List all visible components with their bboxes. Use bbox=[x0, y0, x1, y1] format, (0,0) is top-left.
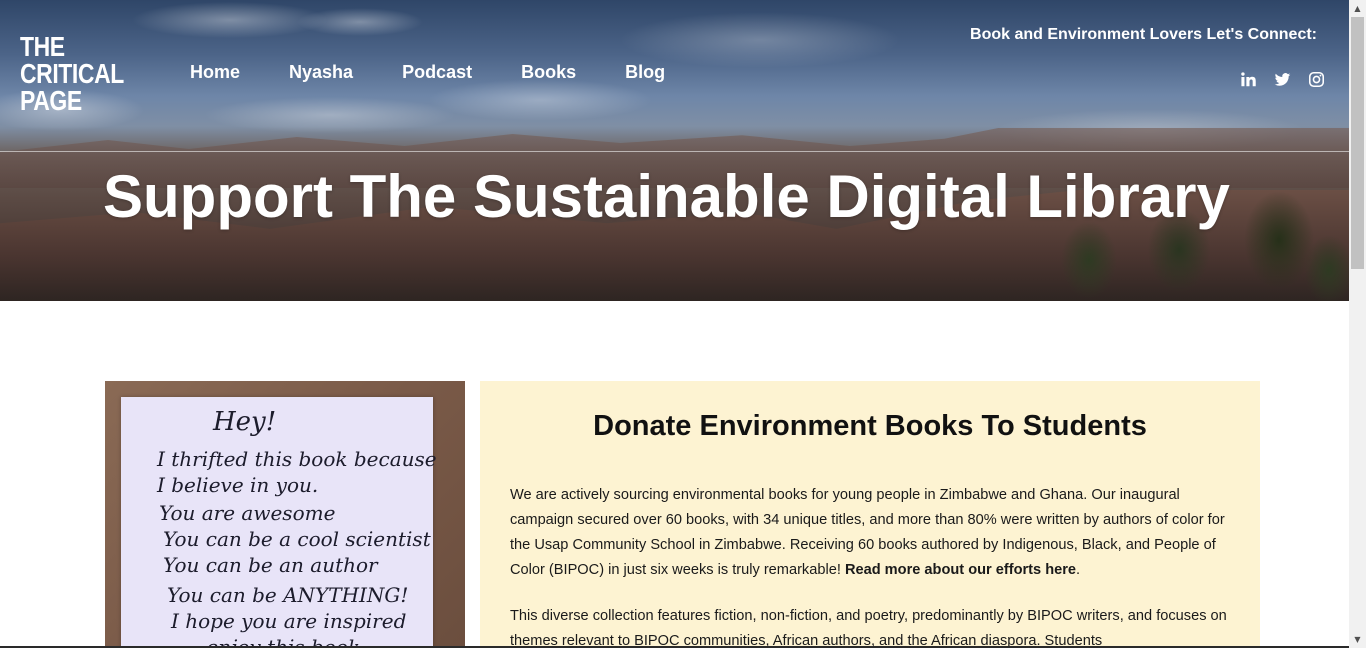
note-line: You can be ANYTHING! bbox=[167, 583, 409, 607]
note-paper: Hey! I thrifted this book because I beli… bbox=[121, 397, 437, 648]
header-divider bbox=[0, 151, 1349, 152]
nav-nyasha[interactable]: Nyasha bbox=[289, 62, 353, 83]
donate-paragraph-1: We are actively sourcing environmental b… bbox=[510, 483, 1240, 583]
note-line: Hey! bbox=[213, 407, 277, 437]
donate-paragraph-2: This diverse collection features fiction… bbox=[510, 608, 1227, 648]
nav-books[interactable]: Books bbox=[521, 62, 576, 83]
note-line: You can be an author bbox=[163, 553, 378, 577]
logo-line-3: PAGE bbox=[20, 85, 82, 116]
read-more-link[interactable]: Read more about our efforts here bbox=[845, 562, 1076, 578]
instagram-icon[interactable] bbox=[1308, 71, 1325, 88]
donate-title: Donate Environment Books To Students bbox=[593, 410, 1147, 442]
note-line: I thrifted this book because bbox=[157, 447, 437, 471]
nav-home[interactable]: Home bbox=[190, 62, 240, 83]
page-title: Support The Sustainable Digital Library bbox=[103, 163, 1230, 230]
scrollbar-thumb[interactable] bbox=[1351, 17, 1364, 269]
page-scrollbar[interactable]: ▲ ▼ bbox=[1349, 0, 1366, 648]
social-links bbox=[1240, 71, 1325, 88]
donate-paragraph-1-end: . bbox=[1076, 562, 1081, 578]
twitter-icon[interactable] bbox=[1274, 71, 1291, 88]
scroll-down-arrow-icon[interactable]: ▼ bbox=[1349, 631, 1366, 648]
note-line: You are awesome bbox=[159, 501, 336, 525]
handwritten-note-photo: Hey! I thrifted this book because I beli… bbox=[105, 381, 465, 648]
logo-line-1: THE bbox=[20, 31, 65, 62]
hero-banner: THE CRITICAL PAGE Home Nyasha Podcast Bo… bbox=[0, 0, 1349, 301]
note-line: I hope you are inspired bbox=[171, 609, 407, 633]
note-line: You can be a cool scientist bbox=[163, 527, 431, 551]
site-logo[interactable]: THE CRITICAL PAGE bbox=[20, 31, 124, 116]
scroll-up-arrow-icon[interactable]: ▲ bbox=[1349, 0, 1366, 17]
linkedin-icon[interactable] bbox=[1240, 71, 1257, 88]
nav-podcast[interactable]: Podcast bbox=[402, 62, 472, 83]
logo-line-2: CRITICAL bbox=[20, 58, 124, 89]
main-nav: Home Nyasha Podcast Books Blog bbox=[190, 62, 714, 83]
donate-panel: Donate Environment Books To Students We … bbox=[480, 381, 1260, 648]
connect-label: Book and Environment Lovers Let's Connec… bbox=[970, 26, 1317, 43]
nav-blog[interactable]: Blog bbox=[625, 62, 665, 83]
note-line: I believe in you. bbox=[157, 473, 319, 497]
